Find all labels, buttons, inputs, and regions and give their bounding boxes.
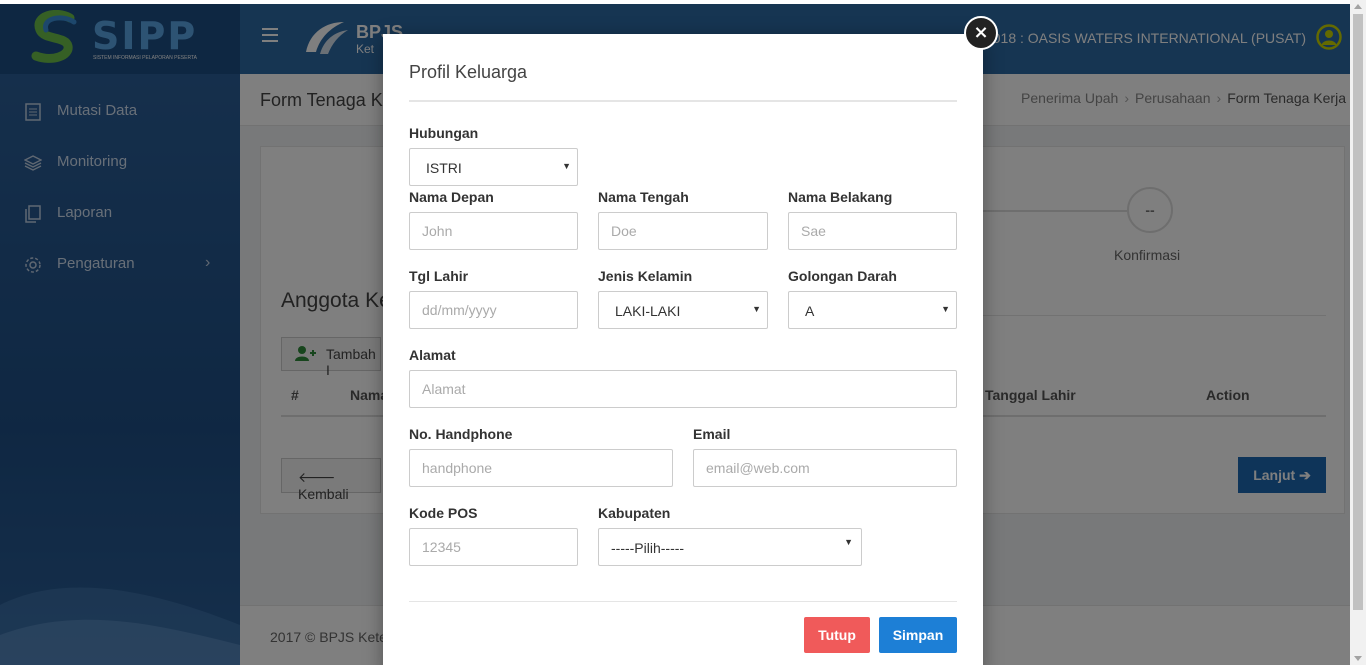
alamat-label: Alamat — [409, 347, 456, 363]
tgl-lahir-label: Tgl Lahir — [409, 268, 469, 284]
close-button[interactable]: Tutup — [804, 617, 870, 653]
alamat-input[interactable] — [409, 370, 957, 408]
kabupaten-label: Kabupaten — [598, 505, 671, 521]
nama-belakang-input[interactable] — [788, 212, 957, 250]
close-icon[interactable]: × — [964, 16, 998, 50]
email-input[interactable] — [693, 449, 957, 487]
jenis-kelamin-value: LAKI-LAKI — [615, 303, 681, 319]
hubungan-label: Hubungan — [409, 125, 479, 141]
modal-title: Profil Keluarga — [409, 62, 528, 82]
scroll-down-icon[interactable] — [1354, 656, 1362, 661]
kode-pos-input[interactable] — [409, 528, 578, 566]
nama-belakang-label: Nama Belakang — [788, 189, 893, 205]
handphone-input[interactable] — [409, 449, 673, 487]
golongan-darah-value: A — [805, 303, 815, 319]
modal-footer-divider — [409, 601, 957, 602]
golongan-darah-select[interactable]: A ▼ — [788, 291, 957, 329]
scroll-up-icon[interactable] — [1354, 4, 1362, 9]
nama-depan-label: Nama Depan — [409, 189, 494, 205]
kabupaten-value: -----Pilih----- — [611, 540, 685, 556]
profil-keluarga-modal: Profil Keluarga Hubungan ISTRI ▼ Nama De… — [383, 34, 983, 665]
hubungan-value: ISTRI — [426, 160, 462, 176]
golongan-darah-label: Golongan Darah — [788, 268, 897, 284]
hubungan-select[interactable]: ISTRI ▼ — [409, 148, 578, 186]
dropdown-arrow-icon: ▼ — [941, 304, 950, 314]
jenis-kelamin-select[interactable]: LAKI-LAKI ▼ — [598, 291, 768, 329]
nama-depan-input[interactable] — [409, 212, 578, 250]
modal-divider — [409, 100, 957, 102]
nama-tengah-label: Nama Tengah — [598, 189, 689, 205]
dropdown-arrow-icon: ▼ — [844, 537, 853, 547]
dropdown-arrow-icon: ▼ — [562, 161, 571, 171]
handphone-label: No. Handphone — [409, 426, 513, 442]
scrollbar-thumb[interactable] — [1353, 14, 1363, 610]
save-button[interactable]: Simpan — [879, 617, 957, 653]
scrollbar[interactable] — [1350, 0, 1366, 665]
jenis-kelamin-label: Jenis Kelamin — [598, 268, 693, 284]
nama-tengah-input[interactable] — [598, 212, 768, 250]
kode-pos-label: Kode POS — [409, 505, 478, 521]
kabupaten-select[interactable]: -----Pilih----- ▼ — [598, 528, 862, 566]
tgl-lahir-input[interactable] — [409, 291, 578, 329]
dropdown-arrow-icon: ▼ — [752, 304, 761, 314]
email-label: Email — [693, 426, 731, 442]
